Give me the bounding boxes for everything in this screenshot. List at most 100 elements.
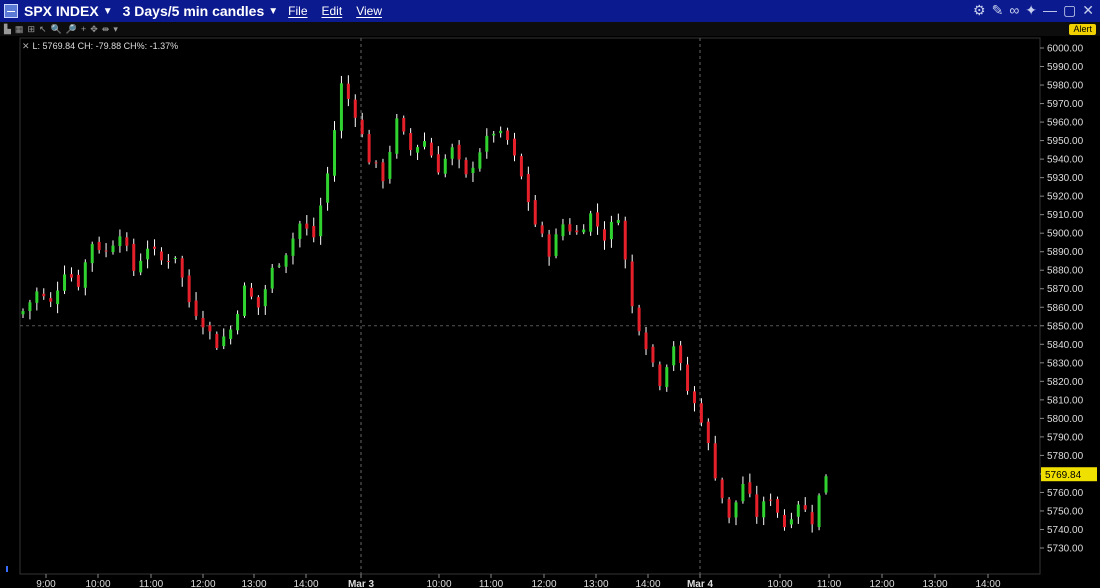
menu-file[interactable]: File (288, 4, 307, 18)
candle-body (49, 298, 53, 302)
candle-body (575, 230, 579, 233)
y-tick-label: 5970.00 (1047, 99, 1084, 110)
x-tick-label: 12:00 (869, 579, 894, 588)
bar-type-icon[interactable]: ▙ (4, 23, 11, 35)
candle-body (229, 329, 233, 339)
menu-view[interactable]: View (356, 4, 382, 18)
candle-body (672, 346, 676, 366)
x-tick-label: 14:00 (975, 579, 1000, 588)
close-icon[interactable]: ✕ (1082, 2, 1094, 19)
candle-body (658, 364, 662, 386)
period-selector[interactable]: 3 Days/5 min candles (123, 3, 265, 19)
candle-body (554, 234, 558, 257)
symbol-selector[interactable]: SPX INDEX (24, 3, 99, 19)
y-tick-label: 5800.00 (1047, 414, 1084, 425)
candle-body (692, 391, 696, 404)
close-readout-icon[interactable]: ✕ (22, 41, 30, 51)
candle-body (776, 499, 780, 513)
price-readout: ✕ L: 5769.84 CH: -79.88 CH%: -1.37% (22, 41, 178, 52)
y-tick-label: 5760.00 (1047, 488, 1084, 499)
candle-body (263, 289, 267, 307)
grid-icon[interactable]: ⊞ (27, 23, 35, 35)
x-tick-label: 13:00 (922, 579, 947, 588)
window-controls: ⚙ ✎ ∞ ✦ — ▢ ✕ (973, 2, 1094, 19)
candle-body (471, 167, 475, 174)
x-tick-label: 12:00 (531, 579, 556, 588)
candle-body (146, 248, 150, 260)
candle-body (478, 152, 482, 169)
alert-button[interactable]: Alert (1069, 24, 1096, 35)
candle-body (298, 223, 302, 239)
candle-body (319, 205, 323, 237)
y-tick-label: 5900.00 (1047, 229, 1084, 240)
scroll-icon[interactable]: ⇼ (102, 23, 110, 35)
candle-body (159, 251, 163, 261)
candle-body (769, 499, 773, 501)
candle-body (616, 220, 620, 223)
chart-settings-icon[interactable]: ⚙ (973, 2, 986, 19)
candle-body (180, 258, 184, 278)
plot-frame (19, 37, 1041, 575)
period-chevron-down-icon[interactable]: ▼ (268, 6, 278, 17)
candle-body (416, 147, 420, 153)
cursor-icon[interactable]: ↖ (39, 23, 47, 35)
candle-body (499, 130, 503, 134)
layout-icon[interactable]: ▦ (15, 23, 24, 35)
candle-body (388, 152, 392, 179)
candle-body (803, 505, 807, 510)
candle-body (540, 225, 544, 234)
candle-body (423, 141, 426, 147)
candle-body (547, 234, 551, 257)
candle-body (173, 257, 177, 259)
app-chart-icon (4, 4, 18, 18)
menu-edit[interactable]: Edit (322, 4, 343, 18)
y-tick-label: 5960.00 (1047, 118, 1084, 129)
link-icon[interactable]: ∞ (1009, 2, 1019, 19)
candle-body (782, 514, 786, 528)
candle-body (395, 118, 399, 154)
candle-body (492, 133, 496, 136)
price-chart[interactable]: 6000.00 5990.00 5980.00 5970.00 5960.00 5950.… (0, 36, 1100, 588)
candle-body (326, 173, 330, 203)
candle-body (644, 332, 648, 350)
candle-body (339, 83, 343, 131)
candle-body (748, 482, 752, 494)
crosshair-icon[interactable]: + (81, 23, 86, 35)
candle-body (284, 255, 288, 267)
candle-body (35, 291, 39, 303)
candle-body (236, 313, 240, 331)
symbol-chevron-down-icon[interactable]: ▼ (103, 6, 113, 17)
candle-body (526, 174, 530, 203)
candle-body (561, 224, 565, 237)
candle-body (312, 226, 316, 238)
candle-body (360, 119, 364, 135)
candle-body (97, 241, 101, 250)
candle-body (817, 495, 821, 528)
candle-body (42, 293, 46, 297)
candle-body (402, 118, 406, 132)
maximize-icon[interactable]: ▢ (1063, 2, 1076, 19)
zoom-in-icon[interactable]: 🔍 (51, 23, 62, 35)
candle-body (512, 138, 516, 156)
candle-body (443, 158, 447, 174)
more-chevron-down-icon[interactable]: ▾ (113, 23, 118, 35)
x-tick-label: 9:00 (36, 579, 56, 588)
minimize-icon[interactable]: — (1043, 2, 1057, 19)
move-icon[interactable]: ✥ (90, 23, 98, 35)
y-tick-label: 5750.00 (1047, 506, 1084, 517)
zoom-out-icon[interactable]: 🔎 (66, 23, 77, 35)
y-tick-label: 5810.00 (1047, 395, 1084, 406)
scroll-marker[interactable] (6, 566, 8, 572)
candle-body (305, 223, 309, 229)
candle-body (533, 200, 537, 225)
candle-body (699, 403, 703, 423)
wrench-icon[interactable]: ✎ (992, 2, 1004, 19)
candle-body (56, 290, 60, 305)
x-tick-label: 10:00 (85, 579, 110, 588)
candle-body (69, 274, 73, 278)
pin-icon[interactable]: ✦ (1025, 2, 1037, 19)
x-tick-label: 10:00 (767, 579, 792, 588)
x-tick-label: 12:00 (190, 579, 215, 588)
x-tick-label: 11:00 (479, 579, 504, 588)
y-tick-label: 5980.00 (1047, 81, 1084, 92)
